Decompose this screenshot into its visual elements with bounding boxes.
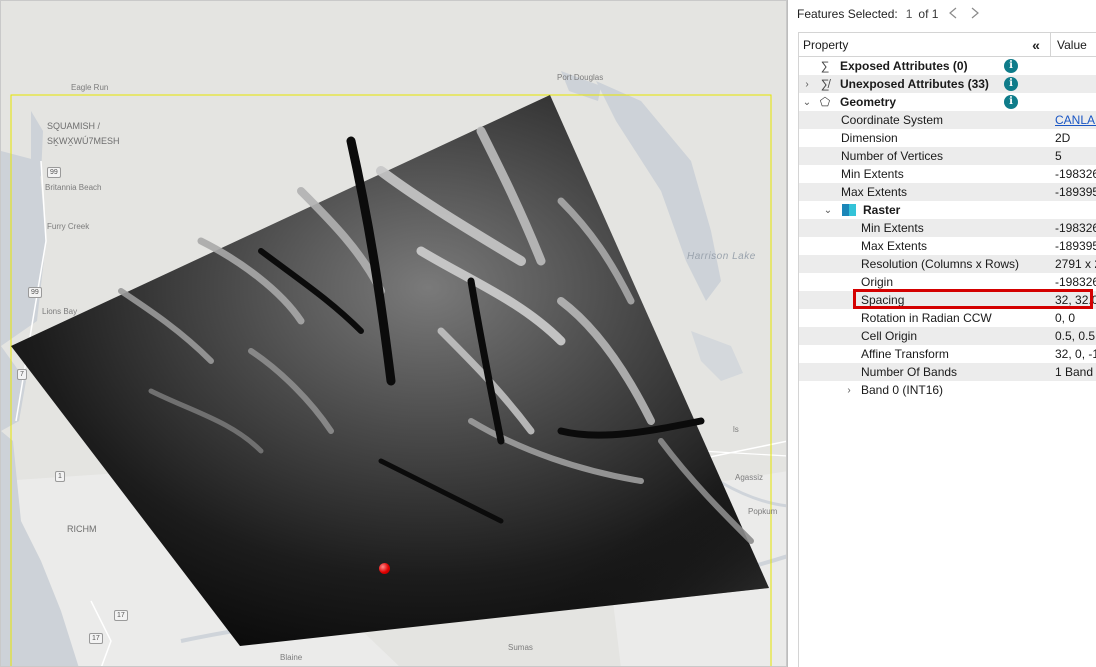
sigma-icon: ∑ (820, 59, 830, 73)
feature-information-panel: Features Selected: 1 of 1 Property « Val… (787, 0, 1096, 667)
selected-index: 1 (905, 7, 913, 21)
chevron-left-icon[interactable] (948, 7, 958, 22)
map-label-harrison-lake: Harrison Lake (687, 251, 756, 262)
row-coordinate-system[interactable]: Coordinate System CANLAM (799, 111, 1096, 129)
expand-chevron-icon[interactable]: › (843, 385, 855, 396)
row-name: Min Extents (861, 221, 924, 235)
row-name: Band 0 (INT16) (861, 383, 944, 397)
row-number-of-vertices[interactable]: Number of Vertices 5 (799, 147, 1096, 165)
row-name: Number Of Bands (861, 365, 958, 379)
map-canvas (1, 1, 786, 666)
features-selected-label: Features Selected: (797, 7, 898, 21)
row-value: -198326 (1055, 275, 1096, 289)
row-name: Exposed Attributes (0) (840, 59, 968, 73)
row-value: 1 Band (1055, 365, 1094, 379)
row-name: Dimension (841, 131, 898, 145)
row-geometry[interactable]: ⌄ ⬠ Geometry i (799, 93, 1096, 111)
collapse-chevron-icon[interactable]: ⌄ (822, 205, 834, 216)
map-label-sumas: Sumas (508, 643, 533, 652)
row-name: Origin (861, 275, 894, 289)
raster-icon (842, 204, 856, 216)
row-value: -189395 (1055, 239, 1096, 253)
map-label-squamish: SQUAMISH / (47, 121, 101, 131)
row-name: Max Extents (841, 185, 908, 199)
row-name: Raster (863, 203, 901, 217)
row-spacing[interactable]: Spacing 32, 32.0 (799, 291, 1096, 309)
row-name: Resolution (Columns x Rows) (861, 257, 1020, 271)
row-value: -189395 (1055, 185, 1096, 199)
row-dimension[interactable]: Dimension 2D (799, 129, 1096, 147)
row-min-extents[interactable]: Min Extents -198326 (799, 165, 1096, 183)
row-affine-transform[interactable]: Affine Transform 32, 0, -1 (799, 345, 1096, 363)
highway-1-shield: 1 (55, 471, 65, 482)
property-grid: Property « Value ∑ Exposed Attributes (0… (798, 32, 1096, 667)
row-name: Number of Vertices (841, 149, 944, 163)
info-icon[interactable]: i (1004, 59, 1018, 73)
feature-point-marker[interactable] (379, 563, 390, 574)
row-value: 5 (1055, 149, 1062, 163)
row-value: 2D (1055, 131, 1071, 145)
chevron-right-icon[interactable] (970, 7, 980, 22)
highway-17b-shield: 17 (89, 633, 103, 644)
map-label-eagle-run: Eagle Run (71, 83, 109, 92)
map-label-richmond: RICHM (67, 524, 97, 534)
selected-total: of 1 (918, 7, 939, 21)
row-name: Cell Origin (861, 329, 918, 343)
row-raster-min-extents[interactable]: Min Extents -198326 (799, 219, 1096, 237)
value-column-header[interactable]: Value (1050, 32, 1087, 57)
map-view[interactable]: Eagle Run Port Douglas SQUAMISH / SḴWX̱W… (0, 0, 787, 667)
row-value: 0, 0 (1055, 311, 1076, 325)
row-max-extents[interactable]: Max Extents -189395 (799, 183, 1096, 201)
info-icon[interactable]: i (1004, 95, 1018, 109)
geometry-icon: ⬠ (819, 95, 831, 109)
row-raster-max-extents[interactable]: Max Extents -189395 (799, 237, 1096, 255)
info-icon[interactable]: i (1004, 77, 1018, 91)
highway-17-shield: 17 (114, 610, 128, 621)
map-label-skwxwu7mesh: SḴWX̱WÚ7MESH (47, 136, 120, 146)
row-value: 2791 x 2 (1055, 257, 1096, 271)
highway-99-shield: 99 (47, 167, 61, 178)
expand-chevron-icon[interactable]: › (801, 79, 813, 90)
highway-7-shield: 7 (17, 369, 27, 380)
map-label-lions-bay: Lions Bay (42, 307, 78, 316)
collapse-panel-button[interactable]: « (1022, 37, 1050, 53)
row-name: Min Extents (841, 167, 904, 181)
row-band-0[interactable]: › Band 0 (INT16) (799, 381, 1096, 399)
row-value: 32, 0, -1 (1055, 347, 1096, 361)
row-raster[interactable]: ⌄ Raster (799, 201, 1096, 219)
map-label-agassiz: Agassiz (735, 473, 764, 482)
map-label-furry-creek: Furry Creek (47, 222, 90, 231)
row-name: Coordinate System (841, 113, 944, 127)
map-label-falls: ls (733, 425, 739, 434)
row-cell-origin[interactable]: Cell Origin 0.5, 0.5 (799, 327, 1096, 345)
sigma-crossed-icon: ∑̸ (820, 77, 830, 91)
collapse-chevron-icon[interactable]: ⌄ (801, 97, 813, 108)
map-label-britannia-beach: Britannia Beach (45, 183, 102, 192)
row-value: 0.5, 0.5 (1055, 329, 1096, 343)
row-name: Max Extents (861, 239, 928, 253)
row-value: -198326 (1055, 167, 1096, 181)
property-column-header[interactable]: Property (799, 38, 1022, 52)
row-rotation[interactable]: Rotation in Radian CCW 0, 0 (799, 309, 1096, 327)
row-origin[interactable]: Origin -198326 (799, 273, 1096, 291)
highway-99b-shield: 99 (28, 287, 42, 298)
row-exposed-attributes[interactable]: ∑ Exposed Attributes (0) i (799, 57, 1096, 75)
property-grid-header: Property « Value (799, 32, 1096, 57)
map-label-popkum: Popkum (748, 507, 778, 516)
features-selected-bar: Features Selected: 1 of 1 (788, 0, 1096, 28)
row-resolution[interactable]: Resolution (Columns x Rows) 2791 x 2 (799, 255, 1096, 273)
map-label-port-douglas: Port Douglas (557, 73, 604, 82)
row-name: Geometry (840, 95, 897, 109)
row-value: 32, 32.0 (1055, 293, 1096, 307)
coordinate-system-link[interactable]: CANLAM (1055, 113, 1096, 127)
row-value: -198326 (1055, 221, 1096, 235)
row-name: Affine Transform (861, 347, 949, 361)
row-number-of-bands[interactable]: Number Of Bands 1 Band (799, 363, 1096, 381)
row-unexposed-attributes[interactable]: › ∑̸ Unexposed Attributes (33) i (799, 75, 1096, 93)
row-name: Unexposed Attributes (33) (840, 77, 989, 91)
row-name: Rotation in Radian CCW (861, 311, 992, 325)
map-label-blaine: Blaine (280, 653, 303, 662)
row-name: Spacing (861, 293, 905, 307)
